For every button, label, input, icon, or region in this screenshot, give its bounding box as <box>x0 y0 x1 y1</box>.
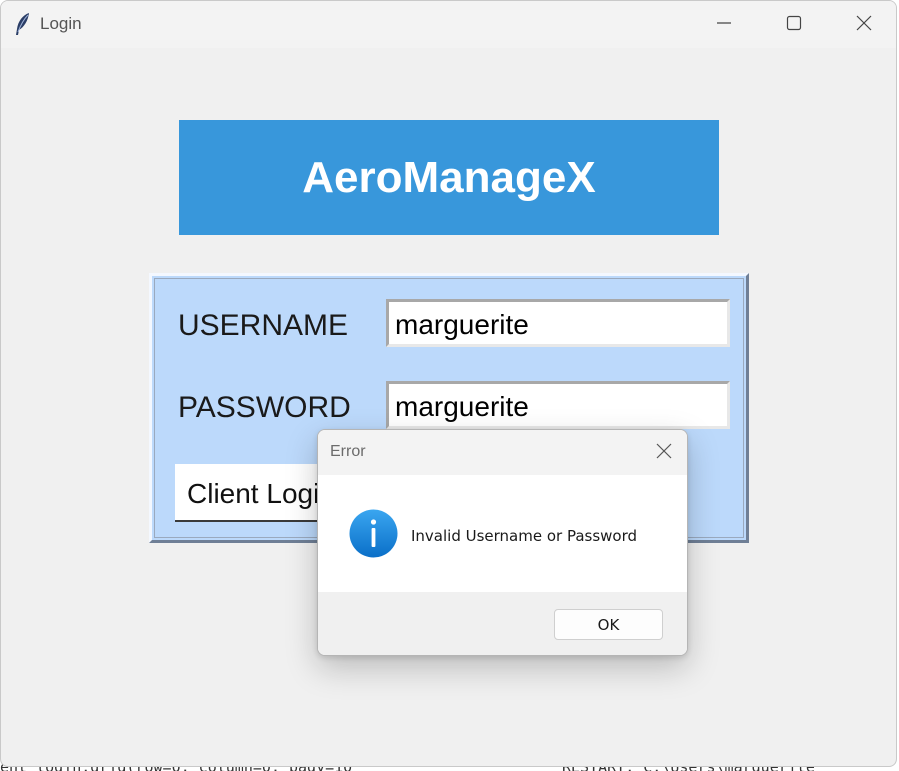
feather-icon <box>14 12 32 36</box>
error-message: Invalid Username or Password <box>411 527 638 545</box>
dialog-title: Error <box>330 443 366 460</box>
window-title: Login <box>40 14 82 33</box>
maximize-button[interactable] <box>759 1 829 48</box>
password-label: PASSWORD <box>178 391 351 424</box>
dialog-footer: OK <box>318 592 687 655</box>
ok-button[interactable]: OK <box>554 609 663 640</box>
dialog-close-button[interactable] <box>640 430 687 475</box>
app-banner: AeroManageX <box>179 120 719 235</box>
maximize-icon <box>786 15 802 35</box>
close-icon <box>656 443 672 463</box>
username-label: USERNAME <box>178 309 349 342</box>
window-titlebar[interactable]: Login <box>1 1 896 48</box>
minimize-icon <box>716 15 732 35</box>
close-icon <box>856 15 872 35</box>
app-name: AeroManageX <box>302 152 596 202</box>
username-input[interactable]: marguerite <box>386 299 730 347</box>
close-button[interactable] <box>829 1 896 48</box>
password-input[interactable]: marguerite <box>386 381 730 429</box>
minimize-button[interactable] <box>689 1 759 48</box>
error-dialog: Error Invalid Username or Password OK <box>317 429 688 656</box>
dialog-titlebar[interactable]: Error <box>318 430 687 475</box>
dialog-body: Invalid Username or Password <box>318 475 687 592</box>
info-icon <box>349 509 398 558</box>
